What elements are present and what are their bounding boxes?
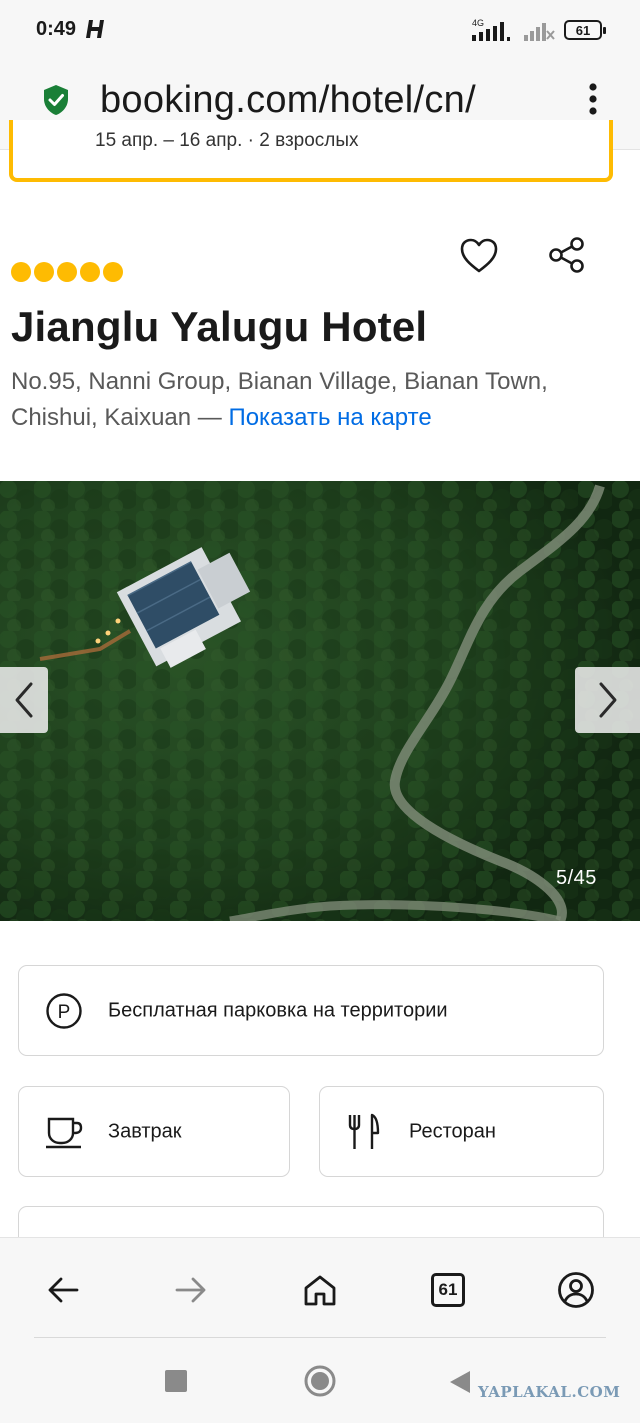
home-circle-icon[interactable] — [304, 1365, 336, 1397]
recents-square-icon[interactable] — [165, 1370, 187, 1392]
browser-bottom-bar: 61 — [0, 1237, 640, 1339]
facility-parking[interactable]: P Бесплатная парковка на территории — [18, 965, 604, 1056]
system-navigation-bar — [0, 1339, 640, 1423]
search-summary-text: 15 апр. – 16 апр. · 2 взрослых — [95, 130, 359, 151]
divider — [34, 1337, 606, 1338]
facility-label: Бесплатная парковка на территории — [108, 999, 448, 1021]
back-button[interactable] — [41, 1268, 85, 1312]
share-icon[interactable] — [546, 236, 588, 276]
gallery-counter: 5/45 — [556, 867, 597, 889]
show-on-map-link[interactable]: Показать на карте — [228, 404, 431, 431]
hotel-name: Jianglu Yalugu Hotel — [11, 303, 428, 350]
gallery-prev-button[interactable] — [0, 667, 48, 733]
status-bar: 0:49 4G 61 — [0, 0, 640, 62]
arrow-right-icon — [175, 1277, 206, 1303]
signal-4g-icon: 4G — [472, 18, 510, 41]
star-icon — [57, 262, 77, 282]
chevron-right-icon — [599, 682, 616, 718]
forward-button[interactable] — [169, 1268, 213, 1312]
star-icon — [80, 262, 100, 282]
tabs-button[interactable]: 61 — [426, 1268, 470, 1312]
chevron-left-icon — [15, 682, 33, 718]
arrow-left-icon — [48, 1277, 79, 1303]
signal-no-service-icon — [524, 23, 555, 41]
account-button[interactable] — [554, 1268, 598, 1312]
account-icon — [558, 1272, 594, 1308]
search-summary-box[interactable]: 15 апр. – 16 апр. · 2 взрослых — [9, 120, 613, 182]
battery-indicator: 61 — [564, 20, 606, 40]
svg-text:P: P — [58, 1002, 71, 1023]
fork-knife-icon — [348, 1113, 380, 1149]
svg-text:4G: 4G — [472, 18, 484, 28]
star-icon — [11, 262, 31, 282]
tab-count-badge: 61 — [431, 1273, 465, 1307]
star-rating — [11, 262, 123, 282]
url-field[interactable]: booking.com/hotel/cn/ — [100, 76, 540, 124]
star-icon — [103, 262, 123, 282]
facility-label: Завтрак — [108, 1120, 182, 1142]
home-button[interactable] — [298, 1268, 342, 1312]
watermark: YAPLAKAL.COM — [478, 1383, 621, 1401]
heart-icon[interactable] — [458, 236, 500, 276]
home-icon — [304, 1275, 336, 1306]
hotel-address: No.95, Nanni Group, Bianan Village, Bian… — [11, 364, 621, 436]
app-h-icon — [86, 20, 104, 38]
facility-breakfast[interactable]: Завтрак — [18, 1086, 290, 1177]
photo-gallery[interactable]: 5/45 — [0, 481, 640, 921]
hotel-aerial-photo — [0, 481, 640, 921]
facility-restaurant[interactable]: Ресторан — [319, 1086, 604, 1177]
parking-icon: P — [46, 992, 82, 1029]
gallery-next-button[interactable] — [575, 667, 640, 733]
status-time: 0:49 — [36, 18, 77, 40]
secure-shield-icon[interactable] — [42, 83, 70, 117]
more-vert-icon[interactable] — [588, 82, 598, 116]
status-indicators: 4G 61 — [470, 16, 606, 44]
coffee-cup-icon — [46, 1117, 83, 1148]
star-icon — [34, 262, 54, 282]
facility-label: Ресторан — [409, 1120, 496, 1142]
back-triangle-icon[interactable] — [449, 1370, 471, 1394]
